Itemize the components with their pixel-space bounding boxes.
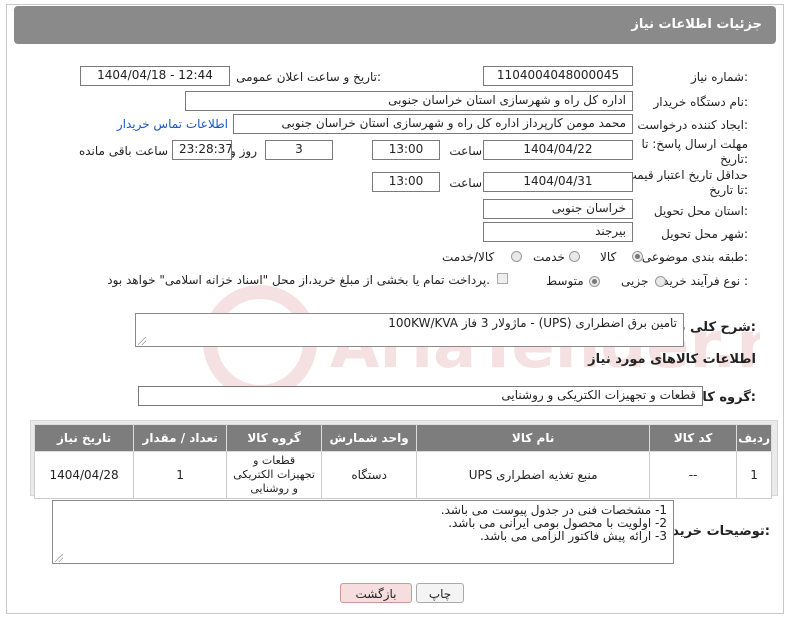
category-option-goods: کالا — [600, 250, 617, 264]
days-remaining-field: 3 — [265, 140, 333, 160]
treasury-payment-checkbox[interactable] — [497, 273, 508, 284]
process-radio-minor[interactable] — [655, 276, 666, 287]
cell-row: 1 — [736, 451, 772, 499]
table-row: 1 -- منبع تغذیه اضطراری UPS دستگاه قطعات… — [33, 451, 772, 499]
cell-name: منبع تغذیه اضطراری UPS — [416, 451, 651, 499]
back-button[interactable]: بازگشت — [340, 583, 412, 603]
days-label: روز و — [230, 144, 257, 158]
description-textarea[interactable]: تامین برق اضطراری (UPS) - ماژولار 3 فاز … — [135, 313, 684, 347]
process-option-medium: متوسط — [546, 274, 584, 288]
category-option-service: خدمت — [533, 250, 565, 264]
items-table: ردیف کد کالا نام کالا واحد شمارش گروه کا… — [33, 424, 772, 499]
announce-datetime-field: 1404/04/18 - 12:44 — [80, 66, 230, 86]
col-header-unit: واحد شمارش — [321, 424, 418, 452]
description-text: تامین برق اضطراری (UPS) - ماژولار 3 فاز … — [388, 316, 677, 330]
col-header-date: تاریخ نیاز — [33, 424, 135, 452]
print-button[interactable]: چاپ — [416, 583, 464, 603]
creator-label: ایجاد کننده درخواست: — [637, 118, 748, 132]
process-option-minor: جزیی — [621, 274, 649, 288]
category-radio-service[interactable] — [569, 251, 580, 262]
city-field: بیرجند — [483, 222, 633, 242]
reply-deadline-label: مهلت ارسال پاسخ: تا تاریخ: — [641, 137, 748, 166]
creator-field: محمد مومن کارپرداز اداره کل راه و شهرساز… — [233, 114, 633, 134]
need-number-label: شماره نیاز: — [690, 70, 748, 84]
city-label: شهر محل تحویل: — [661, 227, 748, 241]
cell-code: -- — [649, 451, 738, 499]
col-header-row: ردیف — [736, 424, 772, 452]
category-option-goods-service: کالا/خدمت — [442, 250, 495, 264]
cell-qty: 1 — [133, 451, 228, 499]
page-title: جزئیات اطلاعات نیاز — [631, 17, 762, 32]
need-number-field: 1104004048000045 — [483, 66, 633, 86]
price-validity-label: حداقل تاریخ اعتبار قیمت: تا تاریخ: — [621, 168, 748, 197]
remaining-time-field: 23:28:37 — [172, 140, 232, 160]
col-header-name: نام کالا — [416, 424, 651, 452]
reply-date-field: 1404/04/22 — [483, 140, 633, 160]
cell-group: قطعات و تجهیزات الکتریکی و روشنایی — [226, 451, 323, 499]
category-radio-goods[interactable] — [632, 251, 643, 262]
province-field: خراسان جنوبی — [483, 199, 633, 219]
col-header-code: کد کالا — [649, 424, 738, 452]
price-validity-time-field: 13:00 — [372, 172, 440, 192]
process-label: نوع فرآیند خرید : — [663, 274, 748, 288]
price-time-label: ساعت — [449, 176, 482, 190]
buyer-notes-textarea[interactable]: 1- مشخصات فنی در جدول پیوست می باشد. 2- … — [52, 500, 674, 564]
reply-time-field: 13:00 — [372, 140, 440, 160]
cell-unit: دستگاه — [321, 451, 418, 499]
category-label: طبقه بندی موضوعی: — [641, 250, 748, 264]
cell-date: 1404/04/28 — [33, 451, 135, 499]
buyer-org-label: نام دستگاه خریدار: — [653, 95, 749, 109]
buyer-note-line-3: 3- ارائه پیش فاکتور الزامی می باشد. — [479, 529, 667, 543]
buyer-contact-link[interactable]: اطلاعات تماس خریدار — [117, 117, 228, 131]
col-header-group: گروه کالا — [226, 424, 323, 452]
col-header-qty: تعداد / مقدار — [133, 424, 228, 452]
province-label: استان محل تحویل: — [653, 204, 748, 218]
buyer-notes-label: توضیحات خریدار: — [660, 524, 770, 539]
resize-handle-icon[interactable] — [138, 337, 146, 345]
price-validity-date-field: 1404/04/31 — [483, 172, 633, 192]
goods-info-title: اطلاعات کالاهای مورد نیاز — [588, 352, 756, 367]
goods-group-field: قطعات و تجهیزات الکتریکی و روشنایی — [138, 386, 703, 406]
treasury-payment-note: پرداخت تمام یا بخشی از مبلغ خرید،از محل … — [107, 273, 490, 287]
process-radio-medium[interactable] — [589, 276, 600, 287]
resize-handle-icon[interactable] — [55, 554, 63, 562]
reply-time-label: ساعت — [449, 144, 482, 158]
announce-label: تاریخ و ساعت اعلان عمومی: — [236, 70, 381, 84]
remaining-time-label: ساعت باقی مانده — [78, 144, 168, 158]
page-header: جزئیات اطلاعات نیاز — [14, 6, 776, 44]
items-table-header: ردیف کد کالا نام کالا واحد شمارش گروه کا… — [33, 424, 772, 452]
category-radio-goods-service[interactable] — [511, 251, 522, 262]
buyer-org-field: اداره کل راه و شهرسازی استان خراسان جنوب… — [185, 91, 633, 111]
